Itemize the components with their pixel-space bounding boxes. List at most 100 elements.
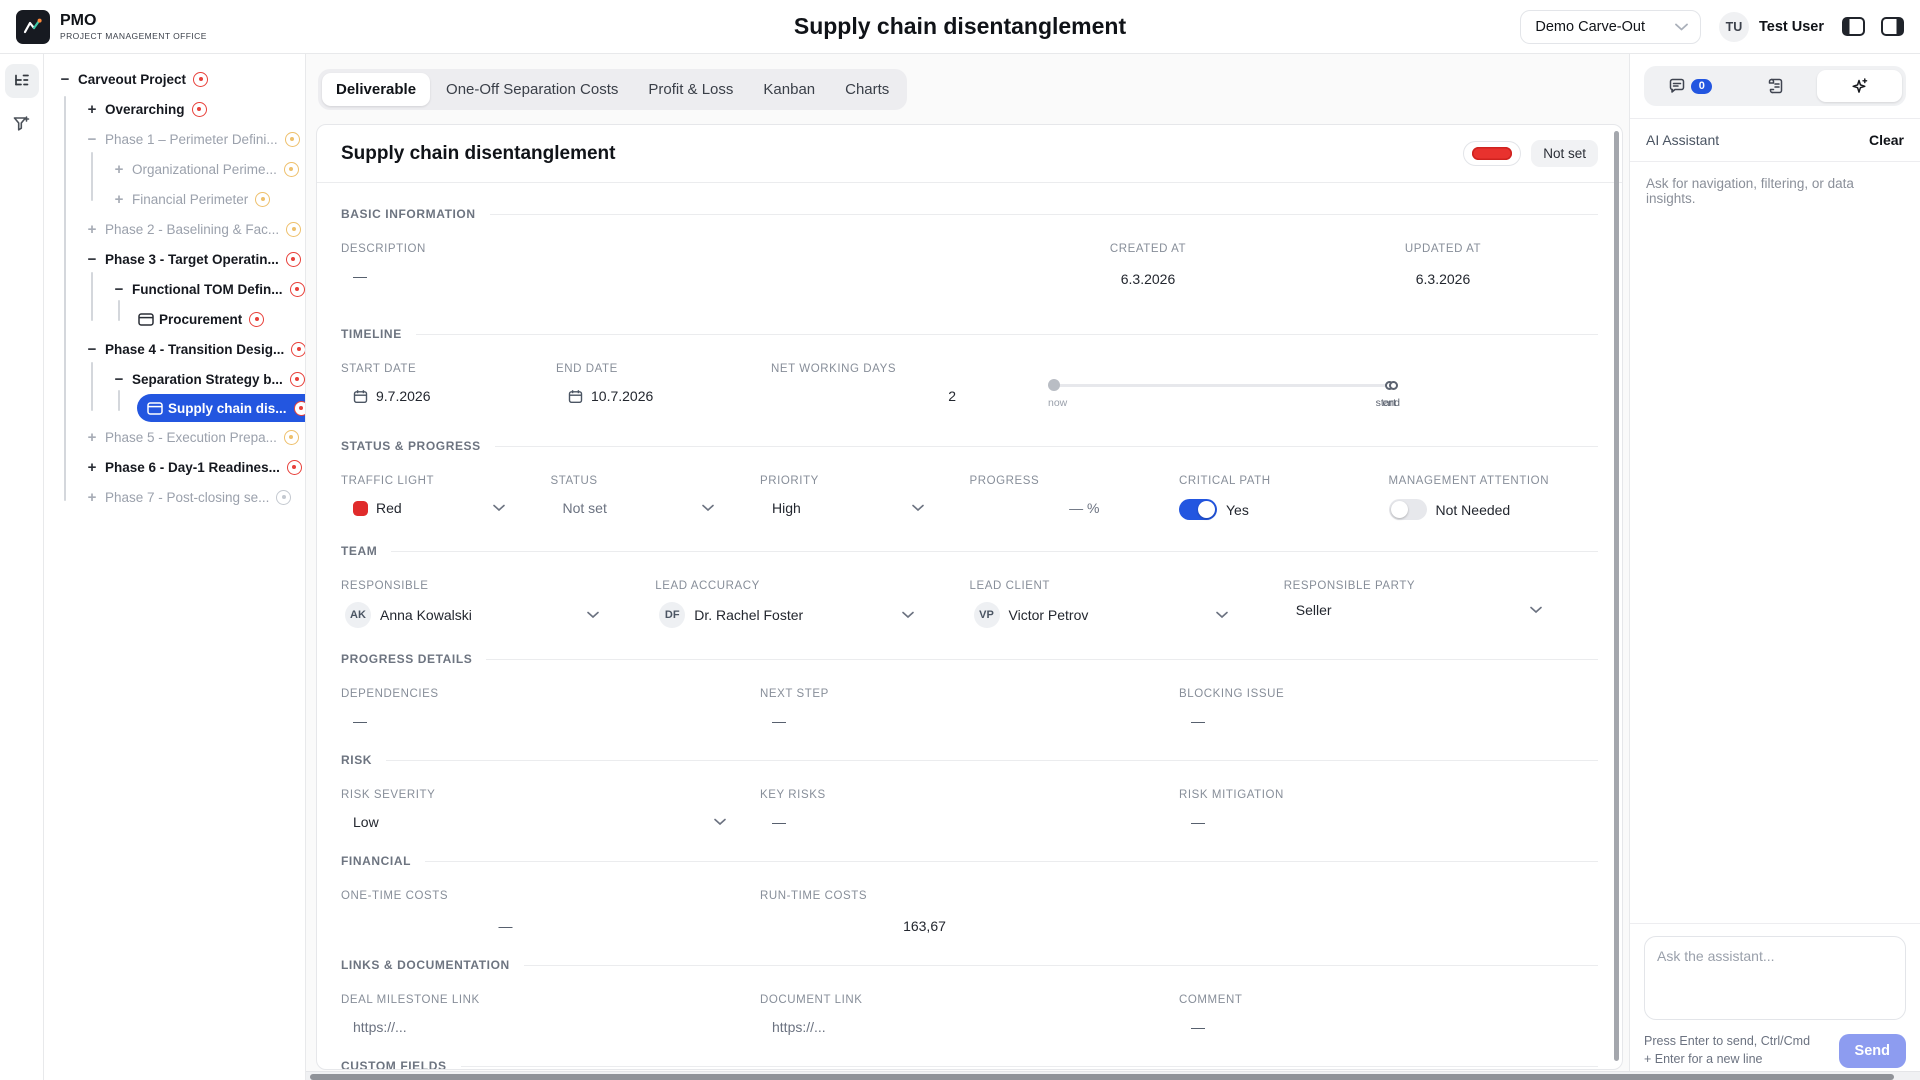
sidebar-tree-item[interactable]: Procurement xyxy=(137,304,273,334)
responsible-party-select[interactable]: Seller xyxy=(1284,602,1598,618)
field-created-at: CREATED AT 6.3.2026 xyxy=(1008,243,1288,287)
expander-icon[interactable]: + xyxy=(83,221,101,238)
sidebar-tree-item[interactable]: + Phase 6 - Day-1 Readines... xyxy=(83,452,306,482)
tab-profit-loss[interactable]: Profit & Loss xyxy=(634,73,747,106)
expander-icon[interactable]: + xyxy=(83,101,101,118)
tab-deliverable[interactable]: Deliverable xyxy=(322,73,430,106)
field-updated-at: UPDATED AT 6.3.2026 xyxy=(1288,243,1598,287)
horizontal-scrollbar-thumb[interactable] xyxy=(310,1074,1894,1080)
sidebar-tree-item[interactable]: Supply chain dis... xyxy=(137,394,306,422)
user-menu[interactable]: TU Test User xyxy=(1719,12,1824,42)
tab-charts[interactable]: Charts xyxy=(831,73,903,106)
panel-right-toggle[interactable] xyxy=(1881,17,1904,36)
sidebar-tree-item[interactable]: + Overarching xyxy=(83,94,216,124)
tab-history[interactable] xyxy=(1733,70,1818,102)
field-traffic-light: TRAFFIC LIGHT Red xyxy=(341,475,551,520)
tree-guide-line xyxy=(91,362,93,411)
responsible-select[interactable]: AK Anna Kowalski xyxy=(341,602,655,628)
section-status-progress: STATUS & PROGRESS TRAFFIC LIGHT Red xyxy=(341,439,1598,520)
management-attention-toggle[interactable] xyxy=(1389,499,1427,520)
project-selector-dropdown[interactable]: Demo Carve-Out xyxy=(1520,10,1701,44)
sidebar-tree-item[interactable]: − Separation Strategy b... xyxy=(110,364,306,394)
sidebar-tree-item[interactable]: − Phase 3 - Target Operatin... xyxy=(83,244,306,274)
top-bar: PMO PROJECT MANAGEMENT OFFICE Supply cha… xyxy=(0,0,1920,54)
traffic-light-select[interactable]: Red xyxy=(341,500,551,516)
horizontal-scrollbar[interactable] xyxy=(306,1071,1920,1080)
dependencies-value[interactable]: — xyxy=(341,713,760,729)
expander-icon[interactable]: − xyxy=(83,131,101,148)
card-icon[interactable] xyxy=(146,402,164,415)
expander-icon[interactable]: − xyxy=(83,341,101,358)
expander-icon[interactable]: + xyxy=(110,161,128,178)
tab-comments[interactable]: 0 xyxy=(1648,70,1733,102)
field-critical-path: CRITICAL PATH Yes xyxy=(1179,475,1389,520)
card-vertical-scrollbar[interactable] xyxy=(1614,131,1619,1061)
expander-icon[interactable]: + xyxy=(110,191,128,208)
sidebar-tree-item[interactable]: − Carveout Project xyxy=(56,64,217,94)
tree-view-icon[interactable] xyxy=(5,64,39,98)
section-custom-fields: CUSTOM FIELDS IS CRITICAL PATH xyxy=(341,1059,1598,1069)
field-one-time-costs: ONE-TIME COSTS — xyxy=(341,890,760,934)
field-responsible-party: RESPONSIBLE PARTY Seller xyxy=(1284,580,1598,628)
field-start-date: START DATE 9.7.2026 xyxy=(341,363,556,415)
tab-ai-assistant[interactable] xyxy=(1817,70,1902,102)
ai-message-input[interactable] xyxy=(1644,936,1906,1020)
card-icon[interactable] xyxy=(137,313,155,326)
traffic-light-indicator[interactable] xyxy=(1463,141,1521,166)
expander-icon[interactable]: − xyxy=(110,281,128,298)
tab-kanban[interactable]: Kanban xyxy=(749,73,829,106)
deal-milestone-link-input[interactable]: https://... xyxy=(341,1019,760,1035)
sidebar-tree-item[interactable]: + Organizational Perime... xyxy=(110,154,306,184)
deliverable-title: Supply chain disentanglement xyxy=(341,143,616,165)
tab-one-off-separation-costs[interactable]: One-Off Separation Costs xyxy=(432,73,632,106)
comment-value[interactable]: — xyxy=(1179,1019,1598,1035)
risk-mitigation-value[interactable]: — xyxy=(1179,814,1598,830)
critical-path-toggle[interactable] xyxy=(1179,499,1217,520)
clear-button[interactable]: Clear xyxy=(1869,132,1904,148)
tree-item-label: Phase 5 - Execution Prepa... xyxy=(105,430,277,445)
priority-select[interactable]: High xyxy=(760,500,970,516)
send-button[interactable]: Send xyxy=(1839,1034,1906,1068)
section-risk: RISK RISK SEVERITY Low KEY RISKS xyxy=(341,753,1598,830)
expander-icon[interactable]: + xyxy=(83,429,101,446)
expander-icon[interactable]: − xyxy=(110,371,128,388)
expander-icon[interactable]: − xyxy=(56,71,74,88)
avatar: DF xyxy=(659,602,685,628)
field-priority: PRIORITY High xyxy=(760,475,970,520)
next-step-value[interactable]: — xyxy=(760,713,1179,729)
sidebar-tree-item[interactable]: + Financial Perimeter xyxy=(110,184,279,214)
slider-now-handle[interactable] xyxy=(1048,379,1060,391)
sidebar-tree-item[interactable]: − Phase 1 – Perimeter Defini... xyxy=(83,124,306,154)
tree-item-label: Phase 1 – Perimeter Defini... xyxy=(105,132,278,147)
start-date-picker[interactable]: 9.7.2026 xyxy=(341,388,556,404)
expander-icon[interactable]: + xyxy=(83,489,101,506)
slider-end-handle[interactable] xyxy=(1389,381,1398,390)
description-value[interactable]: — xyxy=(341,268,1008,284)
avatar: AK xyxy=(345,602,371,628)
blocking-issue-value[interactable]: — xyxy=(1179,713,1598,729)
lead-client-select[interactable]: VP Victor Petrov xyxy=(970,602,1284,628)
avatar: VP xyxy=(974,602,1000,628)
sidebar-tree-item[interactable]: − Functional TOM Defin... xyxy=(110,274,306,304)
tree-item-label: Phase 7 - Post-closing se... xyxy=(105,490,269,505)
key-risks-value[interactable]: — xyxy=(760,814,1179,830)
sidebar-tree-item[interactable]: − Phase 4 - Transition Desig... xyxy=(83,334,306,364)
expander-icon[interactable]: − xyxy=(83,251,101,268)
risk-severity-select[interactable]: Low xyxy=(341,814,760,830)
calendar-icon xyxy=(353,389,368,404)
panel-left-toggle[interactable] xyxy=(1842,17,1865,36)
end-date-picker[interactable]: 10.7.2026 xyxy=(556,388,771,404)
main-content: DeliverableOne-Off Separation CostsProfi… xyxy=(306,54,1629,1080)
status-select[interactable]: Not set xyxy=(551,500,761,516)
sidebar-tree-item[interactable]: + Phase 7 - Post-closing se... xyxy=(83,482,300,512)
lead-accuracy-select[interactable]: DF Dr. Rachel Foster xyxy=(655,602,969,628)
sidebar-tree-item[interactable]: + Phase 2 - Baselining & Fac... xyxy=(83,214,306,244)
expander-icon[interactable]: + xyxy=(83,459,101,476)
project-tree: − Carveout Project + Overarching − Phase… xyxy=(44,54,306,1080)
filter-add-icon[interactable] xyxy=(5,106,39,140)
user-name: Test User xyxy=(1759,19,1824,35)
sidebar-tree-item[interactable]: + Phase 5 - Execution Prepa... xyxy=(83,422,306,452)
field-key-risks: KEY RISKS — xyxy=(760,789,1179,830)
document-link-input[interactable]: https://... xyxy=(760,1019,1179,1035)
progress-value[interactable]: — % xyxy=(970,500,1100,516)
